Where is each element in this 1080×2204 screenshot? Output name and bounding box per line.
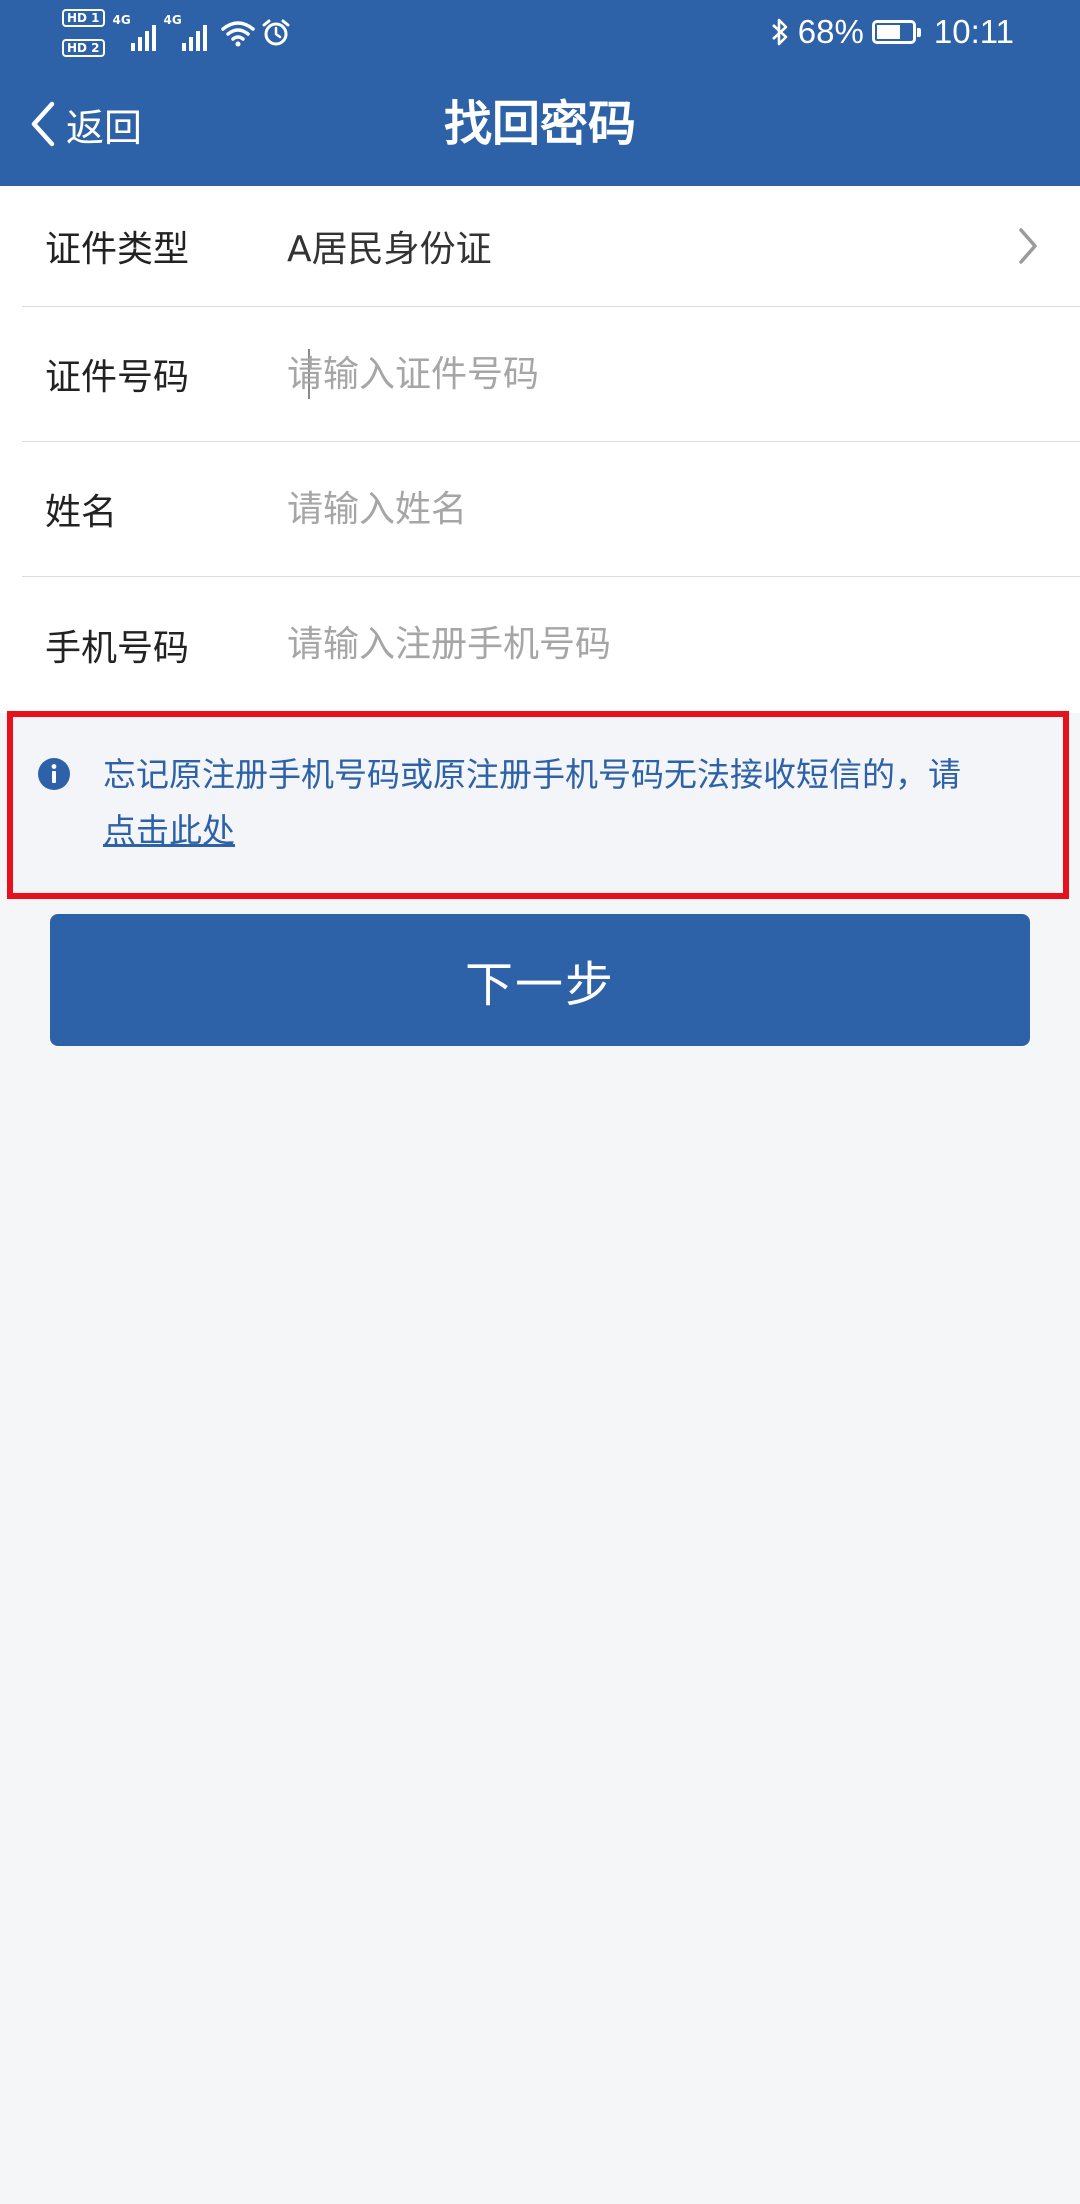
name-label: 姓名 (45, 492, 118, 533)
sim2-label: HD 2 (62, 39, 105, 57)
recovery-form: 证件类型 A居民身份证 证件号码 姓名 手机号码 (0, 186, 1080, 713)
battery-percent: 68% (797, 13, 864, 50)
chevron-right-icon (1018, 186, 1038, 306)
click-here-link[interactable]: 点击此处 (103, 811, 235, 850)
battery-charging-icon (871, 20, 921, 44)
info-icon (37, 757, 71, 795)
signal-2: 4G (163, 13, 207, 51)
status-bar-right: 68% 10:11 (770, 10, 1014, 54)
id-type-row[interactable]: 证件类型 A居民身份证 (22, 186, 1080, 307)
id-type-label: 证件类型 (45, 229, 190, 270)
name-input[interactable] (287, 472, 1047, 546)
signal-bars-icon (130, 25, 156, 51)
signal-bars-icon (181, 25, 207, 51)
notice-text: 忘记原注册手机号码或原注册手机号码无法接收短信的，请 (103, 755, 961, 794)
phone-input[interactable] (287, 607, 1047, 681)
name-row: 姓名 (22, 442, 1080, 577)
notice-text-block: 忘记原注册手机号码或原注册手机号码无法接收短信的，请 点击此处 (103, 747, 1047, 859)
page-title: 找回密码 (443, 96, 636, 152)
sim1-label: HD 1 (62, 9, 105, 27)
sim1-indicator: HD 1 (62, 9, 105, 27)
phone-label: 手机号码 (45, 628, 190, 669)
bluetooth-icon (770, 16, 790, 48)
id-number-label: 证件号码 (45, 357, 190, 398)
id-number-row: 证件号码 (22, 307, 1080, 442)
network-type-1: 4G (112, 13, 131, 27)
id-number-input[interactable] (287, 337, 1047, 411)
forgot-phone-notice: 忘记原注册手机号码或原注册手机号码无法接收短信的，请 点击此处 (7, 711, 1069, 899)
signal-1: 4G (112, 13, 156, 51)
clock-time: 10:11 (933, 13, 1014, 50)
id-type-value: A居民身份证 (287, 229, 492, 270)
phone-row: 手机号码 (22, 577, 1080, 713)
navigation-bar: 返回 找回密码 (0, 64, 1080, 186)
network-type-2: 4G (163, 13, 182, 27)
battery-level-fill (876, 25, 900, 39)
sim2-indicator: HD 2 (62, 39, 105, 57)
status-bar: HD 1 HD 2 4G 4G 68% 10:11 (0, 0, 1080, 64)
alarm-icon (261, 18, 291, 48)
next-step-button[interactable]: 下一步 (50, 914, 1030, 1046)
app-header: HD 1 HD 2 4G 4G 68% 10:11 返回 找回密码 (0, 0, 1080, 186)
status-bar-left: HD 1 HD 2 4G 4G (62, 8, 291, 58)
wifi-icon (220, 19, 255, 47)
sim-indicators: HD 1 HD 2 (62, 9, 105, 57)
